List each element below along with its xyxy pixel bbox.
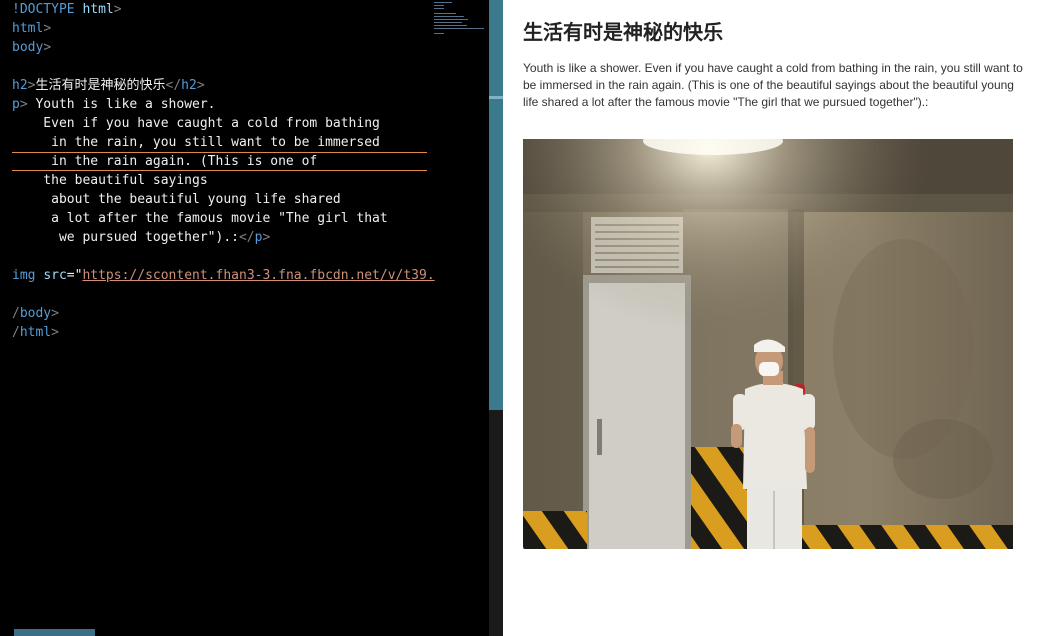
code-line[interactable]: Even if you have caught a cold from bath… [12,114,435,133]
code-token: in the rain, you still want to be immers… [12,135,380,150]
code-line[interactable]: the beautiful sayings [12,171,435,190]
code-token: > [51,325,59,340]
code-token: > [113,2,122,17]
code-line[interactable]: about the beautiful young life shared [12,190,435,209]
preview-heading: 生活有时是神秘的快乐 [523,20,723,44]
code-token: src [43,268,67,283]
preview-pane: 生活有时是神秘的快乐 Youth is like a shower. Even … [503,0,1060,636]
current-line-bottom-border [12,170,427,171]
preview-image [523,139,1013,549]
code-token: html [12,21,44,36]
code-token: body [19,306,52,321]
code-line[interactable]: /body> [12,304,435,323]
code-token: / [12,306,20,321]
code-token: > [43,21,52,36]
code-token: </ [238,230,255,245]
code-token: > [19,97,36,112]
code-token: the beautiful sayings [12,173,208,188]
minimap[interactable] [434,0,489,40]
code-token: https://scontent.fhan3-3.fna.fbcdn.net/v… [82,268,435,283]
current-line-top-border [12,152,427,153]
code-token: a lot after the famous movie "The girl t… [12,211,388,226]
code-token: body [12,40,44,55]
code-token: > [196,78,205,93]
scrollbar-thumb[interactable] [489,0,503,410]
code-token: > [262,230,271,245]
code-line[interactable]: in the rain again. (This is one of [12,152,435,171]
code-line[interactable]: body> [12,38,435,57]
code-token: 生活有时是神秘的快乐 [35,78,166,93]
code-line[interactable] [12,247,435,266]
code-token: Even if you have caught a cold from bath… [12,116,380,131]
code-token: html [82,2,114,17]
code-line[interactable]: img src="https://scontent.fhan3-3.fna.fb… [12,266,435,285]
code-token: </ [165,78,182,93]
code-token: h2 [181,78,197,93]
code-token: about the beautiful young life shared [12,192,341,207]
code-editor[interactable]: !DOCTYPE html> html> body> h2>生活有时是神秘的快乐</… [0,0,489,636]
code-token: / [12,325,20,340]
code-token: Youth is like a shower. [35,97,216,112]
code-token: in the rain again. (This is one of [12,154,318,169]
code-token: we pursued together").: [12,230,239,245]
code-line[interactable]: in the rain, you still want to be immers… [12,133,435,152]
code-line[interactable]: a lot after the famous movie "The girl t… [12,209,435,228]
code-line[interactable] [12,285,435,304]
code-token: =" [66,268,83,283]
code-line[interactable]: p> Youth is like a shower. [12,95,435,114]
status-tab[interactable] [14,629,95,636]
code-token: p [12,97,20,112]
code-line[interactable]: !DOCTYPE html> [12,0,435,19]
code-token: h2 [12,78,28,93]
code-token: !DOCTYPE [12,2,83,17]
code-token: > [51,306,59,321]
editor-scrollbar[interactable] [489,0,503,636]
code-line[interactable]: h2>生活有时是神秘的快乐</h2> [12,76,435,95]
code-line[interactable] [12,57,435,76]
preview-paragraph: Youth is like a shower. Even if you have… [523,61,1023,109]
code-token: > [43,40,52,55]
code-token: html [19,325,52,340]
scrollbar-marker [489,96,503,99]
code-line[interactable]: html> [12,19,435,38]
code-line[interactable]: we pursued together").:</p> [12,228,435,247]
code-text[interactable]: !DOCTYPE html> html> body> h2>生活有时是神秘的快乐</… [12,0,435,342]
code-line[interactable]: /html> [12,323,435,342]
code-token: img [12,268,44,283]
